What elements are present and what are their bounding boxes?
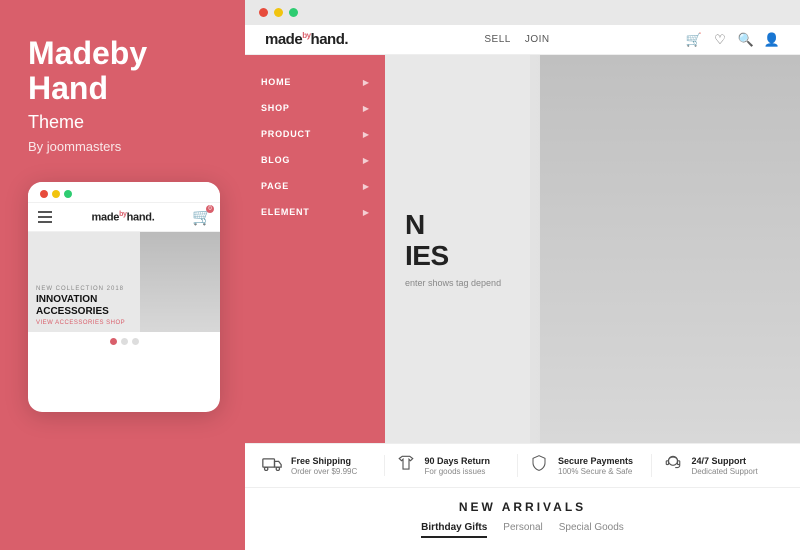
phone-topbar <box>28 182 220 203</box>
free-shipping-desc: Order over $9.99C <box>291 467 374 476</box>
theme-label: Theme <box>28 112 217 133</box>
slide-dot-3[interactable] <box>132 338 139 345</box>
phone-new-collection-label: NEW COLLECTION 2018 <box>36 286 212 292</box>
menu-arrow-element: ▶ <box>363 208 369 217</box>
hero-line1: N <box>405 209 425 240</box>
menu-item-blog[interactable]: BLOG ▶ <box>245 147 385 173</box>
slide-dot-2[interactable] <box>121 338 128 345</box>
tab-special-goods[interactable]: Special Goods <box>559 522 624 538</box>
slide-dot-1[interactable] <box>110 338 117 345</box>
menu-label-element: ELEMENT <box>261 207 310 217</box>
browser-dot-green[interactable] <box>289 8 298 17</box>
menu-arrow-page: ▶ <box>363 182 369 191</box>
hero-text-area: N IES enter shows tag depend <box>385 190 521 308</box>
features-bar: Free Shipping Order over $9.99C 90 Days … <box>245 443 800 487</box>
browser-dot-yellow[interactable] <box>274 8 283 17</box>
menu-item-element[interactable]: ELEMENT ▶ <box>245 199 385 225</box>
menu-arrow-product: ▶ <box>363 130 369 139</box>
website-preview: madebyhand. SELL JOIN 🛒 ♡ 🔍 👤 HOME ▶ <box>245 25 800 550</box>
tab-personal[interactable]: Personal <box>503 522 542 538</box>
shield-icon <box>528 454 550 477</box>
phone-cart-icon[interactable]: 🛒 0 <box>194 209 210 225</box>
phone-slide-dots <box>28 332 220 351</box>
theme-name: Madeby Hand <box>28 36 217 106</box>
phone-cta-label[interactable]: VIEW ACCESSORIES SHOP <box>36 320 212 326</box>
support-title: 24/7 Support <box>692 456 775 466</box>
browser-dot-red[interactable] <box>259 8 268 17</box>
feature-free-shipping: Free Shipping Order over $9.99C <box>261 455 385 476</box>
phone-logo-sup: by <box>119 211 127 218</box>
phone-dot-yellow <box>52 190 60 198</box>
search-header-icon[interactable]: 🔍 <box>738 32 754 48</box>
phone-logo: madebyhand. <box>92 211 155 224</box>
nav-sell[interactable]: SELL <box>484 34 510 45</box>
payments-title: Secure Payments <box>558 456 641 466</box>
headset-icon <box>662 454 684 477</box>
nav-join[interactable]: JOIN <box>525 34 550 45</box>
feature-support: 24/7 Support Dedicated Support <box>652 454 785 477</box>
menu-arrow-shop: ▶ <box>363 104 369 113</box>
menu-arrow-home: ▶ <box>363 78 369 87</box>
site-sidebar: HOME ▶ SHOP ▶ PRODUCT ▶ BLOG ▶ PAGE ▶ <box>245 55 385 443</box>
cart-badge: 0 <box>206 205 214 213</box>
new-arrivals-title: NEW ARRIVALS <box>265 500 780 514</box>
feature-payments-text: Secure Payments 100% Secure & Safe <box>558 456 641 476</box>
new-arrivals-tabs: Birthday Gifts Personal Special Goods <box>265 522 780 538</box>
phone-mockup: madebyhand. 🛒 0 NEW COLLECTION 2018 INNO… <box>28 182 220 412</box>
site-main: HOME ▶ SHOP ▶ PRODUCT ▶ BLOG ▶ PAGE ▶ <box>245 55 800 443</box>
feature-support-text: 24/7 Support Dedicated Support <box>692 456 775 476</box>
hero-big-text: N IES <box>405 210 501 272</box>
menu-item-page[interactable]: PAGE ▶ <box>245 173 385 199</box>
feature-free-shipping-text: Free Shipping Order over $9.99C <box>291 456 374 476</box>
phone-dot-red <box>40 190 48 198</box>
truck-icon <box>261 455 283 476</box>
menu-item-home[interactable]: HOME ▶ <box>245 69 385 95</box>
site-header-icons: 🛒 ♡ 🔍 👤 <box>686 32 780 48</box>
author-label: By joommasters <box>28 139 217 154</box>
left-panel: Madeby Hand Theme By joommasters madebyh… <box>0 0 245 550</box>
shirt-icon <box>395 454 417 477</box>
feature-payments: Secure Payments 100% Secure & Safe <box>518 454 652 477</box>
free-shipping-title: Free Shipping <box>291 456 374 466</box>
site-logo: madebyhand. <box>265 31 348 48</box>
menu-item-product[interactable]: PRODUCT ▶ <box>245 121 385 147</box>
site-logo-sup: by <box>302 31 310 40</box>
phone-dot-green <box>64 190 72 198</box>
right-panel: madebyhand. SELL JOIN 🛒 ♡ 🔍 👤 HOME ▶ <box>245 0 800 550</box>
hero-line2: IES <box>405 240 449 271</box>
user-header-icon[interactable]: 👤 <box>764 32 780 48</box>
site-hero: N IES enter shows tag depend <box>385 55 800 443</box>
tab-birthday-gifts[interactable]: Birthday Gifts <box>421 522 487 538</box>
payments-desc: 100% Secure & Safe <box>558 467 641 476</box>
return-desc: For goods issues <box>425 467 508 476</box>
heart-header-icon[interactable]: ♡ <box>712 32 728 48</box>
hero-bg <box>530 55 800 443</box>
cart-header-icon[interactable]: 🛒 <box>686 32 702 48</box>
support-desc: Dedicated Support <box>692 467 775 476</box>
new-arrivals-section: NEW ARRIVALS Birthday Gifts Personal Spe… <box>245 487 800 550</box>
menu-arrow-blog: ▶ <box>363 156 369 165</box>
hero-subtext: enter shows tag depend <box>405 278 501 288</box>
menu-label-product: PRODUCT <box>261 129 311 139</box>
site-header: madebyhand. SELL JOIN 🛒 ♡ 🔍 👤 <box>245 25 800 55</box>
site-nav-links: SELL JOIN <box>484 34 549 45</box>
hamburger-icon[interactable] <box>38 211 52 223</box>
menu-label-blog: BLOG <box>261 155 290 165</box>
feature-return-text: 90 Days Return For goods issues <box>425 456 508 476</box>
menu-label-home: HOME <box>261 77 291 87</box>
return-title: 90 Days Return <box>425 456 508 466</box>
feature-return: 90 Days Return For goods issues <box>385 454 519 477</box>
menu-label-page: PAGE <box>261 181 289 191</box>
phone-hero: NEW COLLECTION 2018 INNOVATION ACCESSORI… <box>28 232 220 332</box>
menu-label-shop: SHOP <box>261 103 290 113</box>
phone-nav: madebyhand. 🛒 0 <box>28 203 220 232</box>
phone-hero-headline1: INNOVATION ACCESSORIES <box>36 294 212 318</box>
browser-chrome <box>245 0 800 25</box>
menu-item-shop[interactable]: SHOP ▶ <box>245 95 385 121</box>
